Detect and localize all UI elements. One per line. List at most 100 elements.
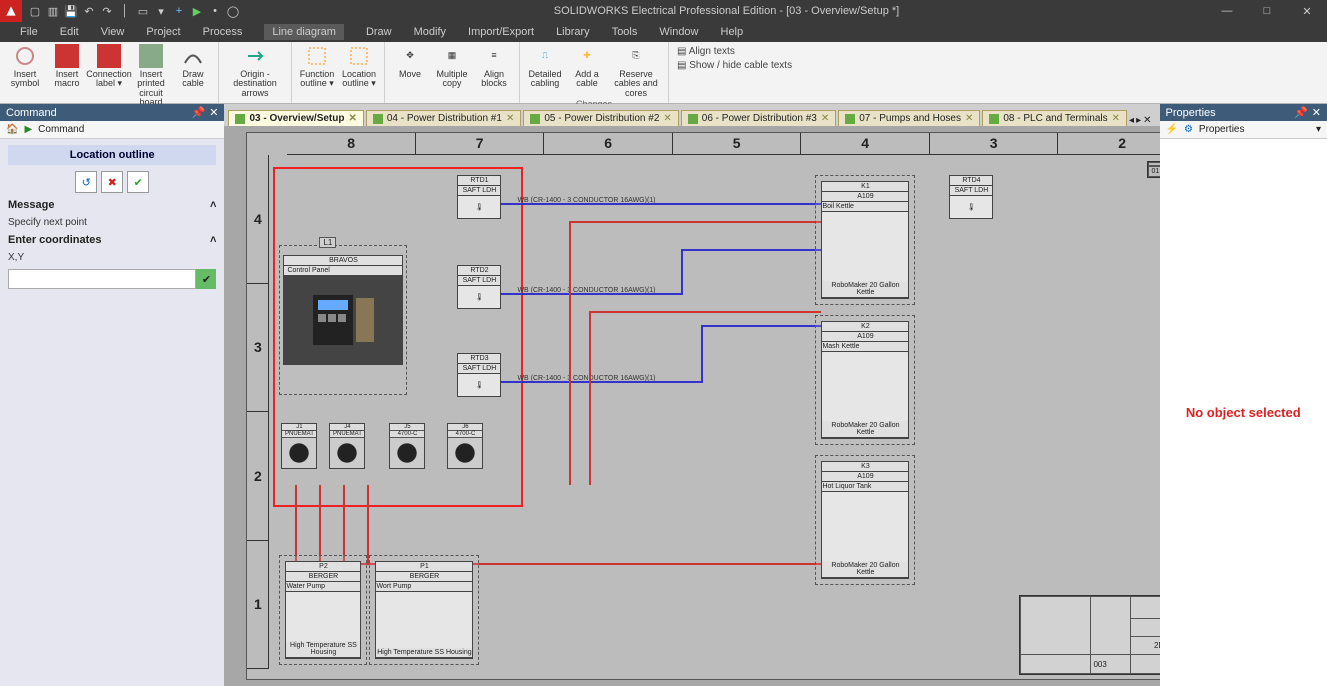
add-cable-button[interactable]: ✚Add a cable [568,44,606,98]
menu-file[interactable]: File [20,26,38,38]
qat-more-icon[interactable]: ▾ [154,4,168,18]
location-outline-button[interactable]: Location outline ▾ [340,44,378,89]
lightning-icon: ⚡ [1166,124,1178,135]
rtd1[interactable]: RTD1SAFT LDH🌡 [457,175,501,219]
tab-overview-setup[interactable]: 03 - Overview/Setup✕ [228,110,363,126]
command-panel: Command 📌✕ 🏠 ▶ Command Location outline … [0,104,224,686]
kettle-k1[interactable]: K1A109Boil KettleRoboMaker 20 Gallon Ket… [821,181,909,299]
message-body: Specify next point [8,217,216,228]
align-blocks-button[interactable]: ≡Align blocks [475,44,513,89]
pump-p1[interactable]: P1BERGERWort PumpHigh Temperature SS Hou… [375,561,473,659]
tab-close-icon[interactable]: ✕ [348,113,356,124]
drawing-content: 01Overview/Setup L1 BRAVOS Control Panel… [269,155,1159,679]
pin-icon[interactable]: 📌 [1294,106,1308,119]
task-header: Location outline [8,145,216,165]
switch-j1[interactable]: J1PNUEMAT [281,423,317,469]
dropdown-icon[interactable]: ▾ [1316,124,1321,135]
quick-access-toolbar: ▢ ▥ 💾 ↶ ↷ │ ▭ ▾ + ▶ • ◯ [22,4,246,18]
qat-open-icon[interactable]: ▥ [46,4,60,18]
tab-plc-terminals[interactable]: 08 - PLC and Terminals✕ [982,110,1127,126]
qat-save-icon[interactable]: 💾 [64,4,78,18]
location-l1-tag: L1 [319,237,336,248]
draw-cable-button[interactable]: Draw cable [174,44,212,108]
sheet: 8 7 6 5 4 3 2 1 4 3 2 1 [246,132,1159,680]
reserve-cables-button[interactable]: ⎘Reserve cables and cores [610,44,662,98]
panel-close-icon[interactable]: ✕ [1312,106,1321,119]
task-cancel-button[interactable]: ✖ [101,171,123,193]
pin-icon[interactable]: 📌 [192,106,206,119]
tab-close-icon[interactable]: ✕ [663,113,671,124]
collapse-icon[interactable]: ˄ [210,234,216,246]
pump-p2[interactable]: P2BERGERWater PumpHigh Temperature SS Ho… [285,561,361,659]
close-button[interactable]: ✕ [1287,0,1327,22]
home-icon: 🏠 [6,124,18,135]
task-ok-button[interactable]: ✔ [127,171,149,193]
tab-close-icon[interactable]: ✕ [1112,113,1120,124]
origin-destination-button[interactable]: Origin - destination arrows [225,44,285,98]
rtd4[interactable]: RTD4SAFT LDH🌡 [949,175,993,219]
app-icon [0,0,22,22]
kettle-k3[interactable]: K3A109Hot Liquor TankRoboMaker 20 Gallon… [821,461,909,579]
menu-project[interactable]: Project [146,26,180,38]
collapse-icon[interactable]: ˄ [210,199,216,211]
maximize-button[interactable]: □ [1247,0,1287,22]
move-button[interactable]: ✥Move [391,44,429,89]
qat-new-icon[interactable]: ▢ [28,4,42,18]
tab-power-dist-3[interactable]: 06 - Power Distribution #3✕ [681,110,836,126]
tab-close-icon[interactable]: ✕ [821,113,829,124]
switch-j6[interactable]: J64700-C [447,423,483,469]
menu-library[interactable]: Library [556,26,590,38]
qat-undo-icon[interactable]: ↶ [82,4,96,18]
menu-edit[interactable]: Edit [60,26,79,38]
align-texts-button[interactable]: ▤ Align texts [677,46,792,57]
insert-symbol-button[interactable]: Insert symbol [6,44,44,108]
menu-draw[interactable]: Draw [366,26,392,38]
qat-dot-icon[interactable]: • [208,4,222,18]
tab-close-icon[interactable]: ✕ [965,113,973,124]
menu-modify[interactable]: Modify [414,26,446,38]
window-title: SOLIDWORKS Electrical Professional Editi… [246,5,1207,17]
qat-print-icon[interactable]: ▭ [136,4,150,18]
tab-power-dist-1[interactable]: 04 - Power Distribution #1✕ [366,110,521,126]
qat-plus-icon[interactable]: + [172,4,186,18]
connection-label-button[interactable]: Connection label ▾ [90,44,128,108]
canvas[interactable]: 8 7 6 5 4 3 2 1 4 3 2 1 [224,126,1159,686]
multiple-copy-button[interactable]: ▦Multiple copy [433,44,471,89]
show-hide-cable-texts-button[interactable]: ▤ Show / hide cable texts [677,60,792,71]
control-panel-component[interactable]: BRAVOS Control Panel [283,255,403,365]
minimize-button[interactable]: ― [1207,0,1247,22]
detailed-cabling-button[interactable]: ⎍Detailed cabling [526,44,564,98]
coord-input[interactable] [8,269,196,289]
kettle-k2[interactable]: K2A109Mash KettleRoboMaker 20 Gallon Ket… [821,321,909,439]
tab-next-icon[interactable]: ▸ [1136,115,1141,126]
tab-power-dist-2[interactable]: 05 - Power Distribution #2✕ [523,110,678,126]
insert-macro-button[interactable]: Insert macro [48,44,86,108]
qat-sep: │ [118,4,132,18]
coord-ok-button[interactable]: ✔ [196,269,216,289]
rtd3[interactable]: RTD3SAFT LDH🌡 [457,353,501,397]
revision-table: 01Overview/Setup [1147,161,1159,178]
switch-j4[interactable]: J4PNUEMAT [329,423,365,469]
tab-prev-icon[interactable]: ◂ [1129,115,1134,126]
command-breadcrumb[interactable]: 🏠 ▶ Command [0,121,224,139]
menu-window[interactable]: Window [659,26,698,38]
tab-list-icon[interactable]: ✕ [1143,115,1151,126]
function-outline-button[interactable]: Function outline ▾ [298,44,336,89]
menu-help[interactable]: Help [721,26,744,38]
menu-process[interactable]: Process [203,26,243,38]
task-undo-button[interactable]: ↺ [75,171,97,193]
properties-tab[interactable]: ⚡ ⚙ Properties ▾ [1160,121,1327,139]
rtd2[interactable]: RTD2SAFT LDH🌡 [457,265,501,309]
qat-arrow-icon[interactable]: ▶ [190,4,204,18]
switch-j5[interactable]: J54700-C [389,423,425,469]
tab-pumps-hoses[interactable]: 07 - Pumps and Hoses✕ [838,110,980,126]
insert-pcb-button[interactable]: Insert printed circuit board [132,44,170,108]
menu-import-export[interactable]: Import/Export [468,26,534,38]
menu-view[interactable]: View [101,26,125,38]
tab-close-icon[interactable]: ✕ [506,113,514,124]
qat-circle-icon[interactable]: ◯ [226,4,240,18]
qat-redo-icon[interactable]: ↷ [100,4,114,18]
menu-line-diagram[interactable]: Line diagram [264,24,344,40]
panel-close-icon[interactable]: ✕ [209,106,218,119]
menu-tools[interactable]: Tools [612,26,638,38]
